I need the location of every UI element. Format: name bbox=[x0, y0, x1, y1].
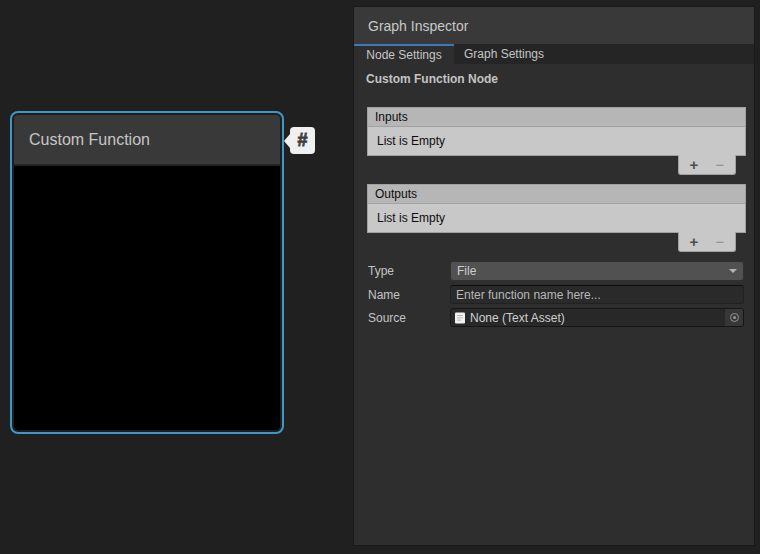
name-label: Name bbox=[368, 288, 450, 302]
inputs-add-button[interactable]: + bbox=[681, 156, 707, 174]
node-code-badge[interactable]: # bbox=[290, 127, 315, 154]
node-container: Custom Function bbox=[14, 115, 280, 430]
source-object-field[interactable]: None (Text Asset) bbox=[450, 308, 744, 327]
inspector-body: Custom Function Node Inputs List is Empt… bbox=[354, 64, 754, 545]
inputs-list-empty-label: List is Empty bbox=[377, 134, 445, 148]
inputs-list-footer: + − bbox=[678, 155, 736, 175]
node-header[interactable]: Custom Function bbox=[14, 115, 280, 166]
outputs-list-empty-row: List is Empty bbox=[368, 204, 745, 232]
tab-graph-settings[interactable]: Graph Settings bbox=[454, 44, 554, 64]
tab-graph-settings-label: Graph Settings bbox=[464, 47, 544, 61]
object-picker-icon bbox=[730, 313, 739, 322]
inputs-list-header-label: Inputs bbox=[375, 110, 408, 124]
source-field-row: Source None (Text Asset) bbox=[368, 308, 744, 327]
badge-tail bbox=[284, 134, 290, 148]
inputs-list-box: Inputs List is Empty bbox=[367, 107, 746, 156]
object-picker-button[interactable] bbox=[725, 309, 743, 326]
inspector-tabbar: Node Settings Graph Settings bbox=[354, 44, 754, 64]
graph-inspector-panel: Graph Inspector Node Settings Graph Sett… bbox=[353, 6, 755, 546]
outputs-list-header-label: Outputs bbox=[375, 187, 417, 201]
source-object-value: None (Text Asset) bbox=[470, 311, 565, 325]
node-body[interactable] bbox=[14, 166, 280, 430]
type-dropdown-value: File bbox=[457, 264, 476, 278]
custom-function-node[interactable]: Custom Function bbox=[10, 111, 284, 434]
type-label: Type bbox=[368, 264, 450, 278]
outputs-list-empty-label: List is Empty bbox=[377, 211, 445, 225]
node-title: Custom Function bbox=[29, 131, 150, 149]
outputs-list-footer: + − bbox=[678, 232, 736, 252]
chevron-down-icon bbox=[729, 269, 737, 273]
type-field-row: Type File bbox=[368, 261, 744, 281]
function-name-input[interactable] bbox=[450, 285, 744, 304]
name-field-row: Name bbox=[368, 285, 744, 304]
inspector-titlebar[interactable]: Graph Inspector bbox=[354, 7, 754, 44]
outputs-list-header: Outputs bbox=[368, 185, 745, 204]
tab-node-settings[interactable]: Node Settings bbox=[354, 44, 454, 64]
inputs-remove-button[interactable]: − bbox=[707, 156, 733, 174]
inputs-list: Inputs List is Empty + − bbox=[367, 107, 746, 175]
source-label: Source bbox=[368, 311, 450, 325]
badge-hash-label: # bbox=[297, 130, 307, 151]
type-dropdown[interactable]: File bbox=[450, 261, 744, 281]
outputs-remove-button[interactable]: − bbox=[707, 233, 733, 251]
section-title: Custom Function Node bbox=[366, 72, 498, 86]
text-asset-icon bbox=[455, 312, 465, 324]
outputs-list: Outputs List is Empty + − bbox=[367, 184, 746, 252]
inspector-title: Graph Inspector bbox=[368, 18, 468, 34]
inputs-list-empty-row: List is Empty bbox=[368, 127, 745, 155]
outputs-list-box: Outputs List is Empty bbox=[367, 184, 746, 233]
outputs-add-button[interactable]: + bbox=[681, 233, 707, 251]
inputs-list-header: Inputs bbox=[368, 108, 745, 127]
tab-node-settings-label: Node Settings bbox=[366, 48, 441, 62]
